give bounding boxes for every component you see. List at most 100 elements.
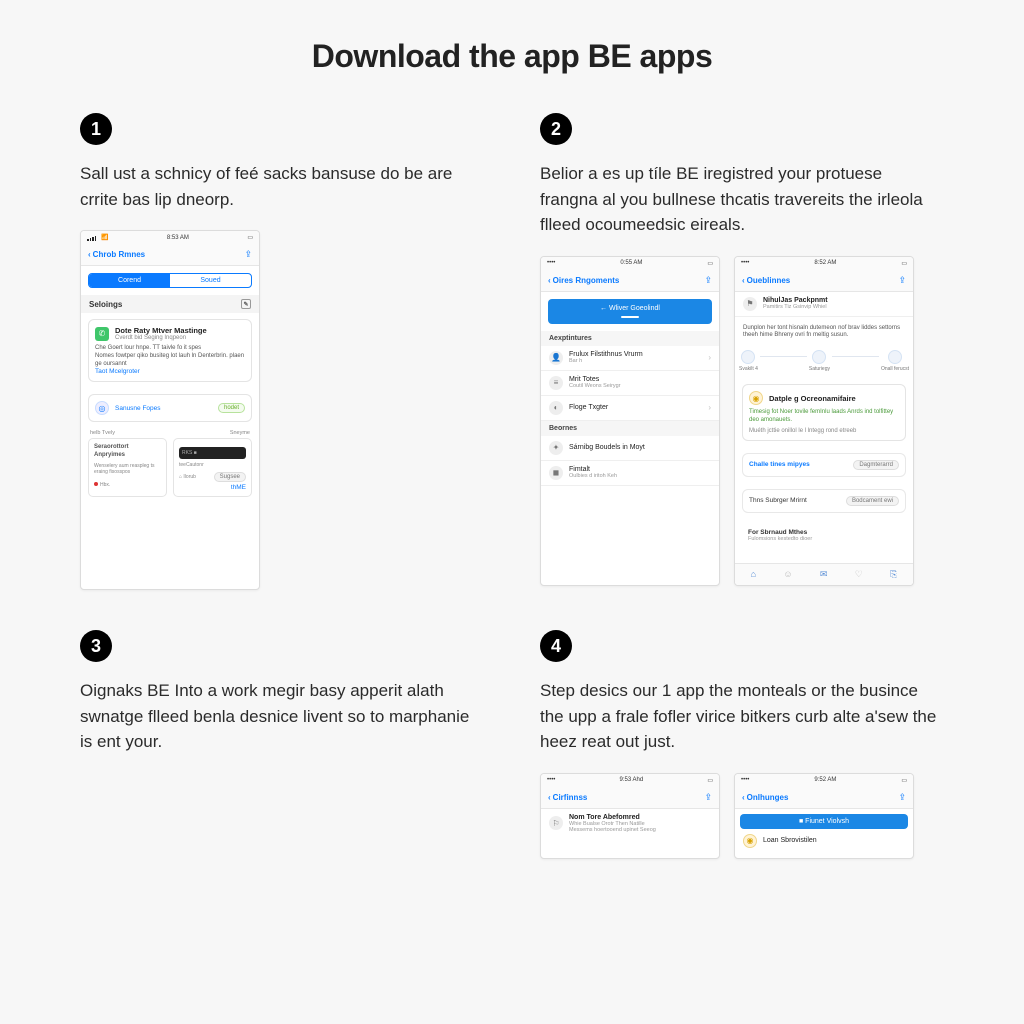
chevron-right-icon: › [708, 403, 711, 412]
coin-icon: ◉ [743, 834, 757, 848]
seg-inactive[interactable]: Soued [170, 274, 251, 287]
pill-button[interactable]: Sugsee [214, 472, 246, 482]
share-icon[interactable]: ⇪ [244, 249, 252, 260]
mini-cards: Seraorottort Anpryimes Wenselery aum rea… [88, 438, 252, 497]
steps-grid: 1 Sall ust a schnicy of feé sacks bansus… [80, 113, 944, 859]
nav-bar: ‹ Cirfinnss ⇪ [541, 787, 719, 809]
feature-row[interactable]: ⚑NihulJas PackpnmtPamitirs Tiz Gsinvip W… [735, 292, 913, 317]
status-time: 0:55 AM [620, 260, 642, 266]
tab-icon[interactable]: ✉ [820, 569, 828, 580]
step-badge-2: 2 [540, 113, 572, 145]
edit-icon[interactable]: ✎ [241, 299, 251, 309]
tab-label: helb Tvely [90, 430, 115, 436]
pill-button[interactable]: Bodcament ewi [846, 496, 899, 506]
battery-icon: ▭ [901, 260, 907, 267]
link[interactable]: thME [179, 484, 246, 491]
tab-icon[interactable]: ⌂ [751, 569, 756, 580]
tab-label: Sneyme [230, 430, 250, 436]
back-button[interactable]: ‹ Cirfinnss [548, 793, 587, 802]
pill-button[interactable]: Dagmterarrd [853, 460, 899, 470]
dot-red-icon [94, 482, 98, 486]
status-time: 9:52 AM [814, 777, 836, 783]
light-card[interactable]: For Sbrnaud Mthes Fulomsions kestedto di… [742, 525, 906, 546]
card-title: Dote Raty Mtver Mastinge [115, 326, 207, 335]
nav-bar: ‹ Onlhunges ⇪ [735, 787, 913, 809]
signal-icon: •••• [547, 777, 555, 783]
avatar-icon: ≡ [549, 376, 563, 390]
progress-dot-icon [741, 350, 755, 364]
highlight-card[interactable]: ◉ Datple g Ocreonamifaire Timesig fot No… [742, 384, 906, 441]
coin-icon: ◉ [749, 391, 763, 405]
share-icon[interactable]: ⇪ [704, 792, 712, 803]
signal-icon: •••• [741, 777, 749, 783]
status-time: 8:52 AM [814, 260, 836, 266]
status-bar: •••• 8:52 AM ▭ [735, 257, 913, 270]
progress-dot-icon [888, 350, 902, 364]
blue-banner[interactable]: ■ Fiunet Violvsh [740, 814, 908, 829]
list-item[interactable]: ◉Loan Sbrovistilen [735, 834, 913, 853]
list-item[interactable]: ◐Floge Txgter › [541, 396, 719, 421]
segmented-control[interactable]: Corend Soued [88, 273, 252, 288]
battery-icon: ▭ [247, 234, 253, 241]
avatar-icon: ✦ [549, 441, 563, 455]
chevron-right-icon: › [708, 353, 711, 362]
phone-mock-4b: •••• 9:52 AM ▭ ‹ Onlhunges ⇪ ■ Fiunet Vi… [734, 773, 914, 859]
blue-banner[interactable]: ← Wliver Goeolindl [548, 299, 712, 324]
signal-icon: 📶 [87, 234, 108, 241]
status-time: 8:53 AM [167, 235, 189, 241]
tab-icon[interactable]: ♡ [855, 569, 863, 580]
group-label: Aexptintures [541, 331, 719, 346]
tab-bar: ⌂ ☺ ✉ ♡ ⎘ [735, 563, 913, 585]
back-button[interactable]: ‹ Oueblinnes [742, 276, 790, 285]
phone-mock-4a: •••• 9:53 Ahd ▭ ‹ Cirfinnss ⇪ ⚐ Nom Tore… [540, 773, 720, 859]
share-icon[interactable]: ⇪ [898, 275, 906, 286]
page-title: Download the app BE apps [80, 38, 944, 75]
card-body: Che Goert lour hnpe. TT taivle fo it spe… [95, 345, 245, 368]
status-bar: •••• 9:52 AM ▭ [735, 774, 913, 787]
list-item[interactable]: ✦Sárnibg Boudels in Moyt [541, 436, 719, 461]
step-2: 2 Belior a es up tíle BE iregistred your… [540, 113, 944, 590]
step-4: 4 Step desics our 1 app the monteals or … [540, 630, 944, 859]
light-card[interactable]: Thns Subrger Mrirnt Bodcament ewi [742, 489, 906, 513]
list-item[interactable]: ≡Mrit TotesCoutil Weons Seirygr [541, 371, 719, 396]
mini-card[interactable]: RKS ■ teeCautonr ⌂ Ilorub Sugsee thME [173, 438, 252, 497]
step-2-text: Belior a es up tíle BE iregistred your p… [540, 161, 944, 238]
list-item[interactable]: 👤Frulux Filstithnus VrurmBar h › [541, 346, 719, 371]
pill-button[interactable]: hodet [218, 403, 245, 413]
step-badge-4: 4 [540, 630, 572, 662]
back-button[interactable]: ‹ Chrob Rmnes [88, 250, 145, 259]
card-link[interactable]: Taot Mcelgroter [95, 368, 245, 375]
step-1: 1 Sall ust a schnicy of feé sacks bansus… [80, 113, 484, 590]
card-summary[interactable]: ◎ Sanusne Fopes hodet [88, 394, 252, 422]
back-button[interactable]: ‹ Onlhunges [742, 793, 788, 802]
feature-icon: ⚑ [743, 297, 757, 311]
card-message[interactable]: ✆ Dote Raty Mtver Mastinge Cverdt bid Se… [88, 319, 252, 382]
mini-card[interactable]: Seraorottort Anpryimes Wenselery aum rea… [88, 438, 167, 497]
signal-icon: •••• [741, 260, 749, 266]
avatar-icon: 👤 [549, 351, 563, 365]
phone-mock-2a: •••• 0:55 AM ▭ ‹ Oires Rngoments ⇪ ← Wli… [540, 256, 720, 586]
nav-bar: ‹ Oires Rngoments ⇪ [541, 270, 719, 292]
dark-bar: RKS ■ [179, 447, 246, 459]
light-card[interactable]: Challe tines mipyes Dagmterarrd [742, 453, 906, 477]
section-header: Seloings ✎ [81, 295, 259, 313]
step-3: 3 Oignaks BE Into a work megir basy appe… [80, 630, 484, 859]
progress-steps: Svakilt 4 Saturiegy Onall ferucst [735, 344, 913, 378]
progress-dot-icon [812, 350, 826, 364]
step-badge-3: 3 [80, 630, 112, 662]
back-button[interactable]: ‹ Oires Rngoments [548, 276, 619, 285]
tab-icon[interactable]: ☺ [783, 569, 792, 580]
seg-active[interactable]: Corend [89, 274, 170, 287]
nav-bar: ‹ Chrob Rmnes ⇪ [81, 244, 259, 266]
list-item[interactable]: ◼FimtaltOulbies d iritoh Keh [541, 461, 719, 486]
signal-icon: •••• [547, 260, 555, 266]
status-bar: •••• 0:55 AM ▭ [541, 257, 719, 270]
share-icon[interactable]: ⇪ [898, 792, 906, 803]
tab-icon[interactable]: ⎘ [890, 569, 897, 580]
avatar-icon: ◼ [549, 466, 563, 480]
group-label: Beornes [541, 421, 719, 436]
card-link: Sanusne Fopes [115, 405, 161, 412]
step-1-text: Sall ust a schnicy of feé sacks bansuse … [80, 161, 484, 212]
share-icon[interactable]: ⇪ [704, 275, 712, 286]
list-item[interactable]: ⚐ Nom Tore Abefomred Whie Bualse Orotr T… [541, 809, 719, 838]
